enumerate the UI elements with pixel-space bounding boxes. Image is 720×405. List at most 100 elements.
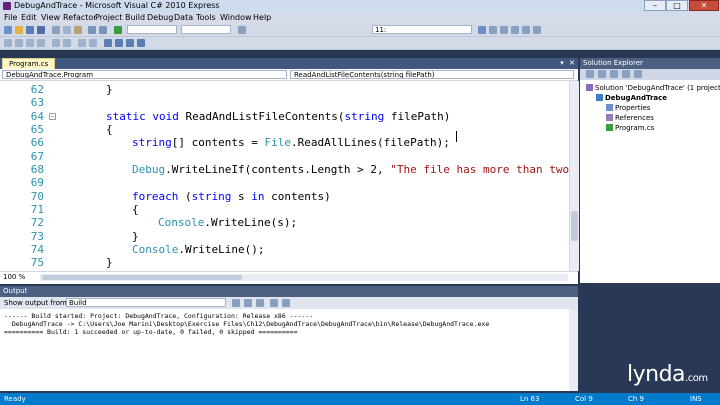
comment-icon[interactable] [78, 39, 86, 47]
configuration-combo[interactable] [127, 25, 177, 34]
object-browser-icon[interactable] [511, 26, 519, 34]
view-code-icon[interactable] [622, 70, 630, 78]
complete-word-icon[interactable] [37, 39, 45, 47]
save-icon[interactable] [26, 26, 34, 34]
minimize-button[interactable]: – [644, 0, 666, 11]
clear-bookmarks-icon[interactable] [137, 39, 145, 47]
open-file-icon[interactable] [15, 26, 23, 34]
code-token: string [344, 109, 385, 123]
clear-all-icon[interactable] [270, 299, 278, 307]
code-line[interactable]: 62} [0, 83, 569, 96]
properties-toolbar-icon[interactable] [586, 70, 594, 78]
code-token: string [191, 189, 232, 203]
decrease-indent-icon[interactable] [52, 39, 60, 47]
uncomment-icon[interactable] [89, 39, 97, 47]
solution-explorer-panel: Solution Explorer Solution 'DebugAndTrac… [580, 58, 720, 283]
solution-tree-item[interactable]: Program.cs [606, 124, 654, 133]
increase-indent-icon[interactable] [63, 39, 71, 47]
tab-program-cs[interactable]: Program.cs [2, 58, 56, 69]
find-icon[interactable] [478, 26, 486, 34]
next-message-icon[interactable] [256, 299, 264, 307]
code-token: Debug [132, 162, 166, 176]
quick-info-icon[interactable] [26, 39, 34, 47]
solution-tree-item[interactable]: References [606, 114, 654, 123]
previous-message-icon[interactable] [244, 299, 252, 307]
code-line[interactable]: 74 Console.WriteLine(); [0, 243, 569, 256]
maximize-button[interactable]: □ [666, 0, 688, 11]
word-wrap-icon[interactable] [282, 299, 290, 307]
cut-icon[interactable] [52, 26, 60, 34]
code-line[interactable]: 75} [0, 256, 569, 269]
output-vertical-scrollbar[interactable] [569, 309, 578, 391]
close-button[interactable]: ✕ [689, 0, 719, 11]
start-debugging-icon[interactable] [114, 26, 122, 34]
solution-tree-item[interactable]: Solution 'DebugAndTrace' (1 project) [586, 84, 720, 93]
menu-file[interactable]: File [4, 13, 17, 22]
menu-tools[interactable]: Tools [196, 13, 216, 22]
zoom-level[interactable]: 100 % [3, 273, 25, 281]
show-all-files-icon[interactable] [598, 70, 606, 78]
code-line[interactable]: 70 foreach (string s in contents) [0, 190, 569, 203]
code-view[interactable]: 62} 63 64− static void ReadAndListFileConte… [0, 81, 569, 271]
solution-explorer-icon[interactable] [489, 26, 497, 34]
code-line[interactable]: 71 { [0, 203, 569, 216]
code-line[interactable]: 73} [0, 230, 569, 243]
code-token: s [231, 189, 252, 203]
redo-icon[interactable] [99, 26, 107, 34]
code-token: } [132, 229, 139, 243]
code-line[interactable]: 67 [0, 150, 569, 163]
menu-view[interactable]: View [41, 13, 60, 22]
menu-data[interactable]: Data [174, 13, 193, 22]
menu-help[interactable]: Help [253, 13, 271, 22]
type-dropdown[interactable]: DebugAndTrace.Program [2, 70, 287, 79]
new-project-icon[interactable] [4, 26, 12, 34]
code-line[interactable]: 64− static void ReadAndListFileContents(s… [0, 110, 569, 123]
menu-refactor[interactable]: Refactor [63, 13, 97, 22]
code-line[interactable]: 65 { [0, 123, 569, 136]
parameter-info-icon[interactable] [15, 39, 23, 47]
output-source-dropdown[interactable]: Build [66, 298, 226, 307]
find-message-icon[interactable] [232, 299, 240, 307]
undo-icon[interactable] [88, 26, 96, 34]
bookmark-icon[interactable] [104, 39, 112, 47]
menu-edit[interactable]: Edit [21, 13, 37, 22]
menu-build[interactable]: Build [125, 13, 145, 22]
view-designer-icon[interactable] [634, 70, 642, 78]
solution-tree-item[interactable]: Properties [606, 104, 650, 113]
editor-vertical-scrollbar[interactable] [569, 81, 579, 271]
code-line[interactable]: 66 string[] contents = File.ReadAllLines(… [0, 136, 569, 149]
member-dropdown[interactable]: ReadAndListFileContents(string filePath) [290, 70, 574, 79]
properties-window-icon[interactable] [500, 26, 508, 34]
editor-horizontal-scrollbar[interactable] [40, 274, 568, 281]
menu-window[interactable]: Window [220, 13, 252, 22]
previous-bookmark-icon[interactable] [115, 39, 123, 47]
close-tab-icon[interactable]: ✕ [568, 59, 576, 67]
editor-vertical-scroll-thumb[interactable] [571, 211, 578, 241]
line-number: 62 [30, 83, 44, 96]
menu-project[interactable]: Project [95, 13, 122, 22]
output-line: DebugAndTrace -> C:\Users\Joe Marini\Des… [4, 320, 490, 328]
code-line[interactable]: 72 Console.WriteLine(s); [0, 216, 569, 229]
menu-debug[interactable]: Debug [147, 13, 173, 22]
refresh-icon[interactable] [610, 70, 618, 78]
paste-icon[interactable] [74, 26, 82, 34]
code-token: [] contents = [171, 136, 265, 150]
code-line[interactable]: 69 [0, 176, 569, 189]
start-page-icon[interactable] [533, 26, 541, 34]
next-bookmark-icon[interactable] [126, 39, 134, 47]
save-all-icon[interactable] [37, 26, 45, 34]
platform-combo[interactable] [181, 25, 231, 34]
find-in-files-icon[interactable] [238, 26, 246, 34]
member-dropdown-value: ReadAndListFileContents(string filePath) [294, 71, 435, 79]
find-combo[interactable]: 11: [372, 25, 472, 34]
solution-explorer-toolbar [580, 69, 720, 80]
editor-horizontal-scroll-thumb[interactable] [42, 275, 242, 280]
copy-icon[interactable] [63, 26, 71, 34]
collapse-region-icon[interactable]: − [49, 112, 56, 120]
active-files-dropdown-icon[interactable]: ▾ [558, 59, 566, 67]
code-line[interactable]: 68 Debug.WriteLineIf(contents.Length > 2,… [0, 163, 569, 176]
code-line[interactable]: 63 [0, 96, 569, 109]
list-members-icon[interactable] [4, 39, 12, 47]
solution-tree-item[interactable]: DebugAndTrace [596, 94, 667, 103]
toolbox-icon[interactable] [522, 26, 530, 34]
